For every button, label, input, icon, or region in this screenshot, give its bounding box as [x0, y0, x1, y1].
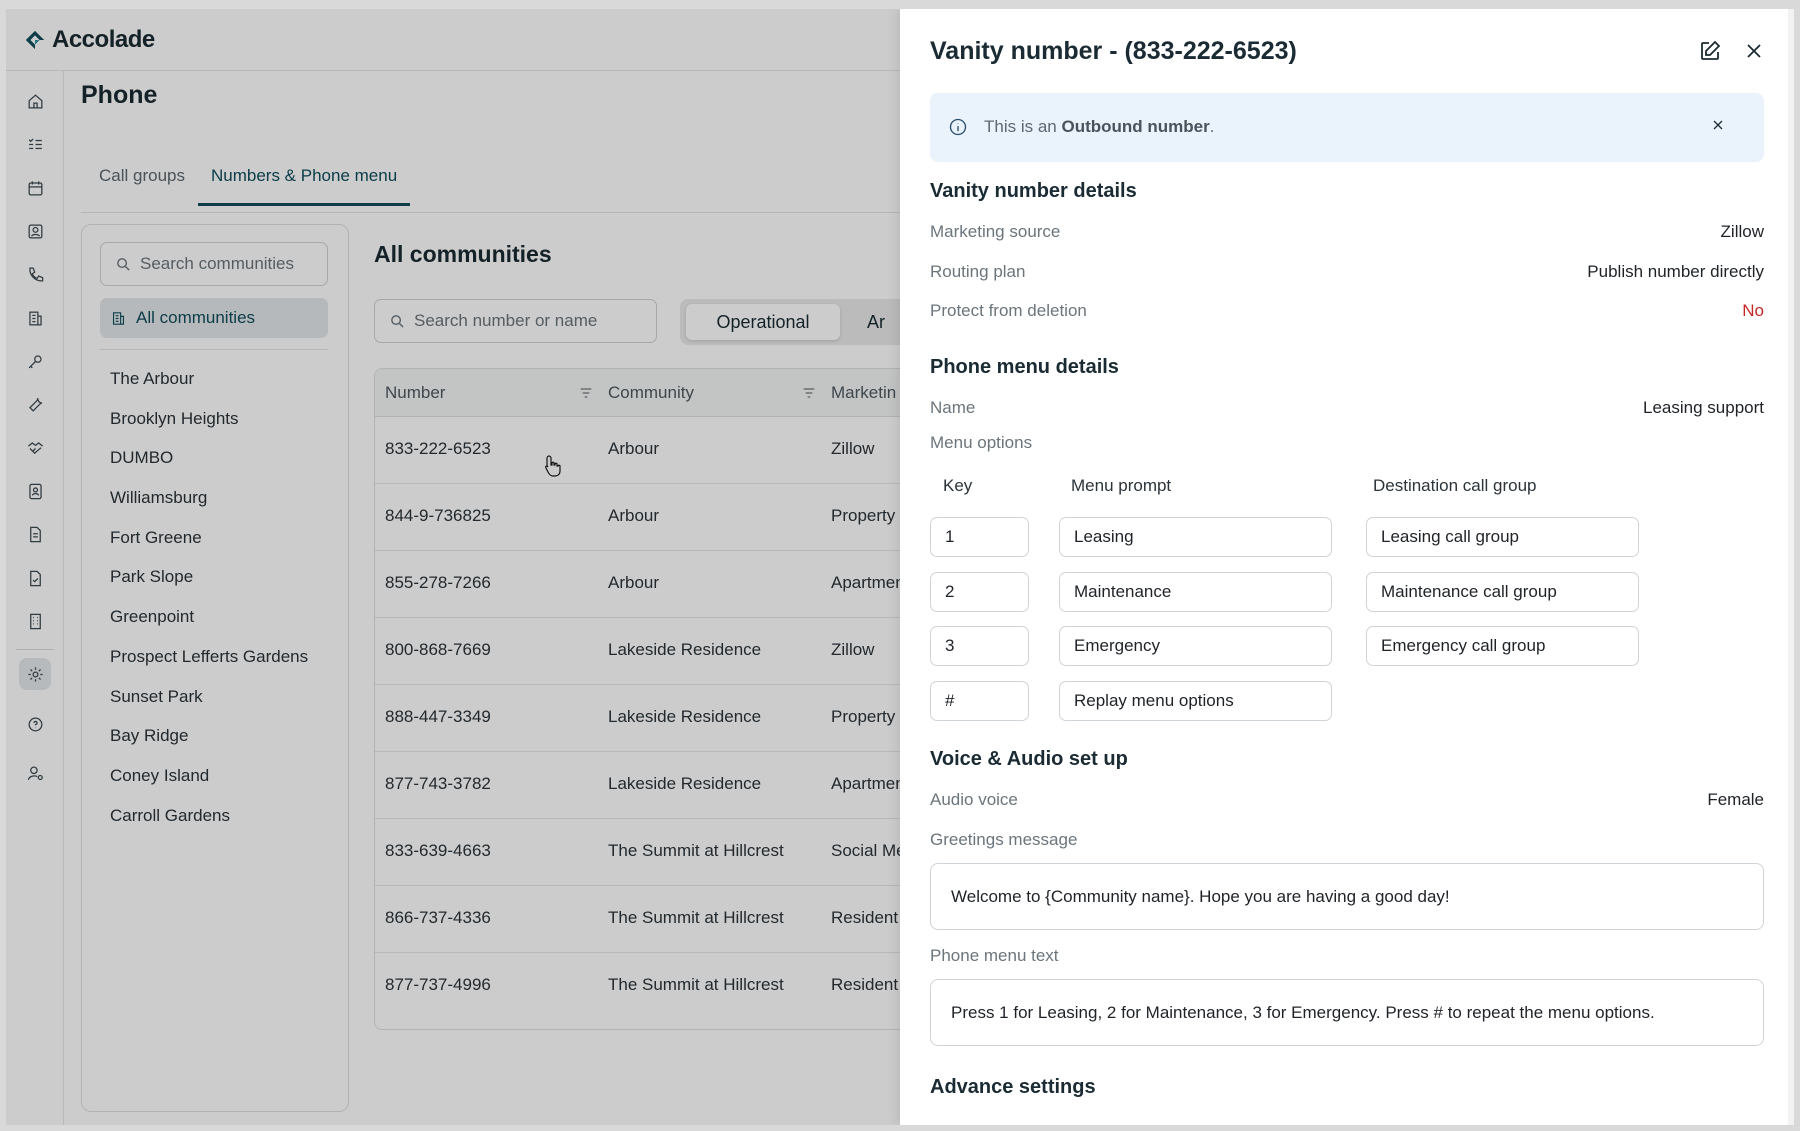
banner-suffix: .: [1209, 117, 1215, 136]
banner-prefix: This is an: [984, 117, 1062, 136]
advance-settings-heading: Advance settings: [930, 1076, 1096, 1098]
close-icon[interactable]: [1741, 38, 1767, 64]
menu-name-label: Name: [930, 398, 976, 417]
menu-header-key: Key: [943, 476, 973, 495]
app-frame: Accolade Phone Call groups Numbers & Pho…: [6, 9, 1794, 1125]
menu-header-prompt: Menu prompt: [1071, 476, 1172, 495]
drawer-title: Vanity number - (833-222-6523): [930, 37, 1297, 65]
modal-backdrop[interactable]: [6, 9, 900, 1125]
menu-prompt-field[interactable]: Maintenance: [1059, 572, 1332, 612]
menu-key-field[interactable]: 3: [930, 626, 1029, 666]
protect-deletion-label: Protect from deletion: [930, 301, 1087, 320]
marketing-source-label: Marketing source: [930, 222, 1061, 241]
banner-close-icon[interactable]: [1710, 117, 1726, 133]
audio-voice-value: Female: [1707, 790, 1764, 809]
menu-prompt-field[interactable]: Emergency: [1059, 626, 1332, 666]
banner-bold: Outbound number: [1061, 117, 1210, 136]
menu-destination-field[interactable]: Leasing call group: [1366, 517, 1639, 557]
greetings-label: Greetings message: [930, 830, 1078, 849]
menu-key-field[interactable]: #: [930, 681, 1029, 721]
voice-audio-heading: Voice & Audio set up: [930, 748, 1128, 770]
vanity-number-drawer: Vanity number - (833-222-6523) This is a…: [900, 9, 1794, 1125]
phone-menu-text-field[interactable]: Press 1 for Leasing, 2 for Maintenance, …: [930, 979, 1764, 1046]
greetings-message-field[interactable]: Welcome to {Community name}. Hope you ar…: [930, 863, 1764, 930]
menu-header-destination: Destination call group: [1373, 476, 1537, 495]
menu-prompt-field[interactable]: Leasing: [1059, 517, 1332, 557]
protect-deletion-value: No: [1742, 301, 1764, 320]
menu-key-field[interactable]: 2: [930, 572, 1029, 612]
marketing-source-value: Zillow: [1720, 222, 1764, 241]
phone-menu-text-label: Phone menu text: [930, 946, 1059, 965]
menu-destination-field[interactable]: Emergency call group: [1366, 626, 1639, 666]
drawer-scrollbar[interactable]: [1788, 9, 1794, 1125]
vanity-details-heading: Vanity number details: [930, 180, 1137, 202]
phone-menu-heading: Phone menu details: [930, 356, 1119, 378]
info-icon: [949, 118, 967, 136]
audio-voice-label: Audio voice: [930, 790, 1018, 809]
routing-plan-label: Routing plan: [930, 262, 1026, 281]
menu-prompt-field[interactable]: Replay menu options: [1059, 681, 1332, 721]
menu-name-value: Leasing support: [1643, 398, 1764, 417]
menu-key-field[interactable]: 1: [930, 517, 1029, 557]
banner-text: This is an Outbound number.: [984, 117, 1214, 137]
edit-icon[interactable]: [1697, 38, 1723, 64]
menu-options-label: Menu options: [930, 433, 1033, 452]
menu-destination-field[interactable]: Maintenance call group: [1366, 572, 1639, 612]
routing-plan-value: Publish number directly: [1587, 262, 1764, 281]
outbound-info-banner: This is an Outbound number.: [930, 93, 1764, 162]
